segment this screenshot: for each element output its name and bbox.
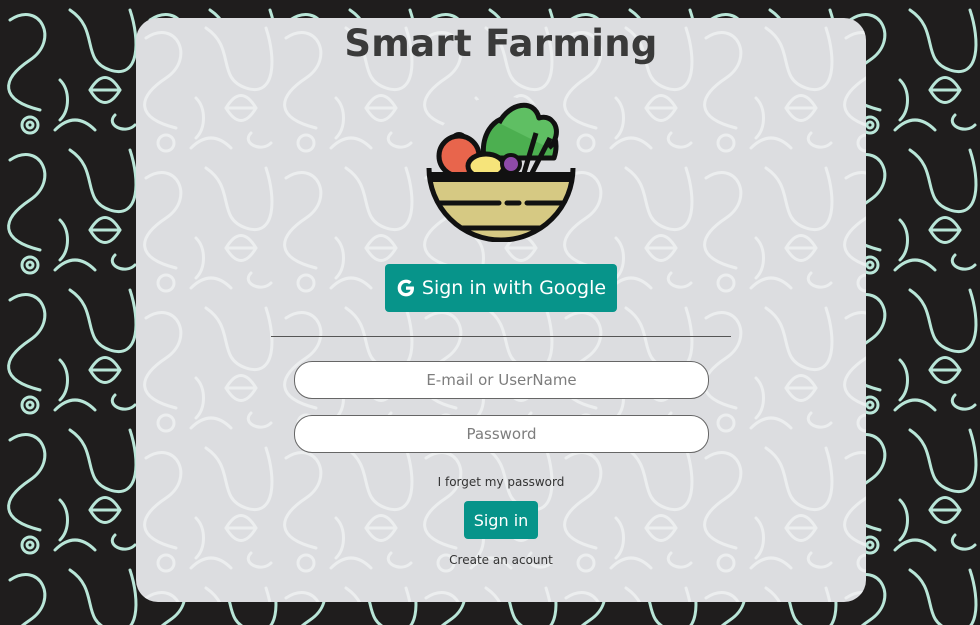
- google-signin-button[interactable]: Sign in with Google: [385, 264, 617, 312]
- vegetable-basket-icon: [426, 96, 576, 242]
- google-g-icon: [397, 279, 414, 297]
- email-or-username-input[interactable]: [294, 361, 709, 399]
- app-title: Smart Farming: [344, 22, 658, 65]
- sign-in-label: Sign in: [473, 510, 529, 530]
- google-signin-label: Sign in with Google: [421, 277, 607, 299]
- forgot-password-link[interactable]: I forget my password: [136, 475, 866, 489]
- password-input[interactable]: [294, 415, 709, 453]
- create-account-link[interactable]: Create an acount: [136, 553, 866, 567]
- sign-in-button[interactable]: Sign in: [464, 501, 538, 539]
- divider: [271, 336, 731, 337]
- login-card: Smart Farming Sign in with Google E-mail…: [136, 18, 866, 602]
